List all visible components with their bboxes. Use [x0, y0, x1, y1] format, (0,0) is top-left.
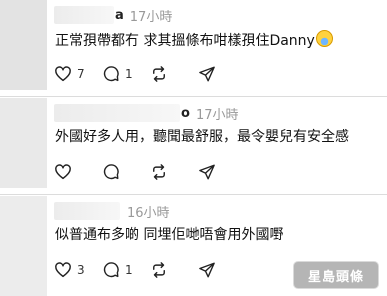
comment-text: 外國好多人用，聽聞最舒服，最令嬰兒有安全感: [55, 129, 349, 145]
news-watermark-logo: 星島頭條: [293, 261, 379, 289]
comment-bubble-icon: [103, 66, 119, 82]
heart-icon: [55, 66, 71, 82]
comment-item: o 17小時 外國好多人用，聽聞最舒服，最令嬰兒有安全感: [54, 98, 387, 194]
heart-icon: [55, 164, 71, 180]
share-button[interactable]: [198, 261, 246, 279]
comment-timestamp: 17小時: [195, 107, 239, 123]
fearful-face-emoji: [315, 30, 333, 47]
comment-bubble-icon: [103, 164, 119, 180]
comment-actions: 7 1: [54, 62, 246, 86]
comment-text: 似普通布多啲 同埋佢哋唔會用外國嘢: [55, 227, 284, 243]
repost-button[interactable]: [150, 65, 198, 83]
username-visible-part[interactable]: a: [115, 8, 124, 23]
like-button[interactable]: 7: [54, 65, 102, 83]
share-send-icon: [199, 262, 215, 278]
comment-header: a 17小時: [54, 4, 172, 26]
comment-timestamp: 16小時: [127, 205, 170, 221]
comment-timestamp: 17小時: [129, 9, 173, 25]
like-count: 3: [77, 263, 85, 277]
comment-actions: 3 1: [54, 258, 246, 282]
repost-button[interactable]: [150, 261, 198, 279]
username-redacted[interactable]: [54, 202, 120, 220]
comment-divider: [0, 96, 387, 97]
repost-button[interactable]: [150, 163, 198, 181]
comment-header: o 17小時: [54, 102, 238, 124]
reply-button[interactable]: 1: [102, 65, 150, 83]
comment-text: 正常孭帶都冇 求其搵條布咁樣孭住Danny: [55, 30, 333, 50]
like-button[interactable]: [54, 163, 102, 181]
username-visible-part[interactable]: o: [181, 106, 190, 121]
avatar-column-blur: [0, 196, 47, 296]
username-redacted[interactable]: [54, 104, 180, 122]
repost-icon: [153, 164, 165, 180]
comment-bubble-icon: [103, 262, 119, 278]
like-button[interactable]: 3: [54, 261, 102, 279]
avatar-column-blur: [0, 0, 47, 90]
repost-icon: [153, 262, 165, 278]
reply-button[interactable]: 1: [102, 261, 150, 279]
comment-header: 16小時: [54, 200, 170, 222]
repost-icon: [153, 66, 165, 82]
comment-item: a 17小時 正常孭帶都冇 求其搵條布咁樣孭住Danny 7 1: [54, 0, 387, 96]
share-button[interactable]: [198, 65, 246, 83]
reply-count: 1: [125, 263, 133, 277]
comment-divider: [0, 194, 387, 195]
like-count: 7: [77, 67, 85, 81]
avatar-column-blur: [0, 98, 47, 188]
reply-button[interactable]: [102, 163, 150, 181]
heart-icon: [55, 262, 71, 278]
watermark-logo-text: 星島頭條: [307, 269, 364, 285]
share-send-icon: [199, 66, 215, 82]
reply-count: 1: [125, 67, 133, 81]
comment-actions: [54, 160, 246, 184]
username-redacted[interactable]: [54, 6, 114, 24]
share-button[interactable]: [198, 163, 246, 181]
share-send-icon: [199, 164, 215, 180]
